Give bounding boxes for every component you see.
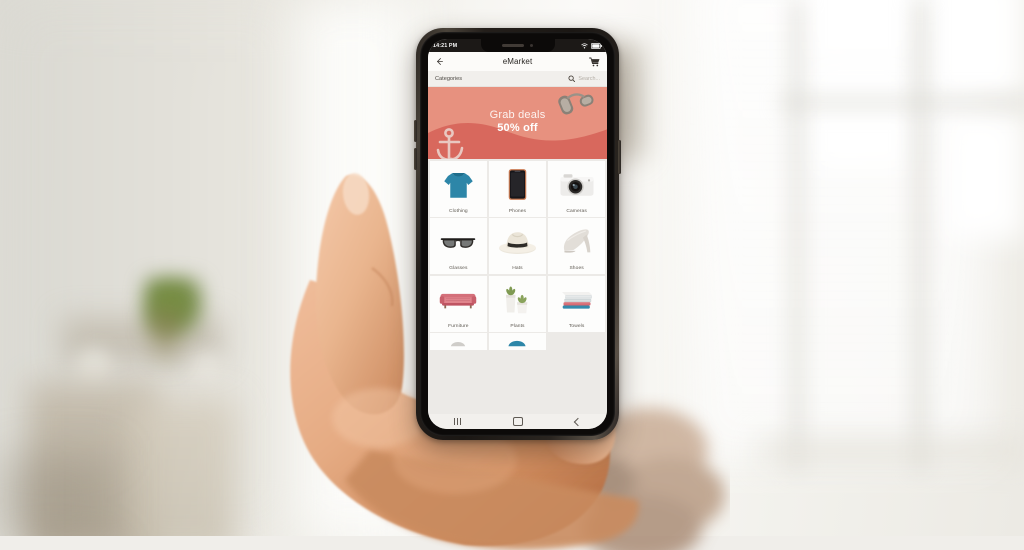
tshirt-image (430, 161, 488, 209)
category-label: Plants (510, 323, 525, 329)
category-cell-partial-1[interactable] (429, 333, 488, 351)
category-label: Clothing (448, 208, 468, 214)
sofa-image (430, 276, 488, 324)
banner-line-1: Grab deals (489, 109, 546, 121)
category-cell-partial-2[interactable] (488, 333, 547, 351)
category-label: Phones (508, 208, 527, 214)
short-pot (517, 294, 528, 314)
status-bar-icons (581, 42, 602, 49)
page-title: eMarket (502, 57, 533, 66)
categories-label: Categories (435, 75, 463, 82)
category-label: Hats (512, 266, 523, 272)
potted-plants-image (489, 276, 547, 324)
banner-line-2: 50% off (497, 121, 538, 134)
furniture-cabinet (126, 398, 236, 536)
search-bar[interactable]: Categories Search... (428, 71, 607, 87)
tall-pot (506, 286, 517, 313)
phone-notch (480, 39, 555, 52)
category-cell-phones[interactable]: Phones (488, 160, 547, 217)
category-label: Glasses (449, 266, 468, 272)
window-pane (945, 110, 1024, 240)
volume-up-button[interactable] (414, 120, 417, 142)
banner-text: Grab deals 50% off (428, 109, 607, 135)
category-cell-towels[interactable]: Towels (547, 275, 606, 332)
category-cell-clothing[interactable]: Clothing (429, 160, 488, 217)
window-mullion (780, 96, 1024, 109)
high-heel-shoe-image (548, 218, 606, 266)
category-grid-container: Clothing Phones Cameras Glasses Hats Sho… (428, 159, 607, 414)
category-cell-shoes[interactable]: Shoes (547, 218, 606, 275)
category-cell-hats[interactable]: Hats (488, 218, 547, 275)
status-bar: 14:21 PM (428, 39, 607, 52)
volume-down-button[interactable] (414, 148, 417, 170)
search-icon[interactable] (568, 75, 576, 83)
power-button[interactable] (618, 140, 621, 174)
phone-bezel: 14:21 PM eMarket Categories Search... Gr… (420, 32, 615, 436)
window-sill (760, 438, 1024, 464)
category-cell-glasses[interactable]: Glasses (429, 218, 488, 275)
smartphone: 14:21 PM eMarket Categories Search... Gr… (414, 28, 621, 440)
category-cell-partial-3 (547, 333, 606, 351)
category-grid: Clothing Phones Cameras Glasses Hats Sho… (428, 159, 607, 351)
battery-icon (591, 42, 602, 49)
category-label: Towels (568, 323, 585, 329)
partial-item-blue-image (489, 329, 547, 347)
promo-banner[interactable]: Grab deals 50% off (428, 87, 607, 159)
back-icon[interactable] (573, 417, 583, 426)
wifi-icon (581, 42, 588, 48)
vase-blur (190, 352, 224, 386)
front-camera (529, 43, 534, 48)
search-field-group[interactable]: Search... (568, 75, 600, 83)
category-cell-plants[interactable]: Plants (488, 275, 547, 332)
smartphone-image (489, 161, 547, 209)
category-label: Cameras (566, 208, 587, 214)
partial-item-gray-image (430, 328, 488, 347)
recents-icon[interactable] (454, 418, 461, 425)
phone-screen: 14:21 PM eMarket Categories Search... Gr… (428, 39, 607, 429)
app-header: eMarket (428, 52, 607, 71)
home-icon[interactable] (513, 416, 523, 427)
window-pane (805, 0, 917, 62)
search-input[interactable]: Search... (578, 76, 600, 82)
floor-shadow (0, 455, 110, 536)
earpiece-speaker (501, 44, 524, 47)
window-mullion (912, 0, 928, 470)
category-cell-cameras[interactable]: Cameras (547, 160, 606, 217)
category-label: Shoes (569, 266, 584, 272)
plant-stem (152, 312, 178, 368)
stacked-towels-image (548, 276, 606, 324)
eyeglasses-image (430, 218, 488, 266)
category-cell-furniture[interactable]: Furniture (429, 275, 488, 332)
window-mullion (790, 0, 804, 470)
window-pane (810, 62, 912, 170)
android-nav-bar (428, 414, 607, 429)
camera-image (548, 161, 606, 209)
status-bar-time: 14:21 PM (433, 42, 458, 49)
fedora-hat-image (489, 218, 547, 266)
window-pane (935, 0, 1024, 100)
